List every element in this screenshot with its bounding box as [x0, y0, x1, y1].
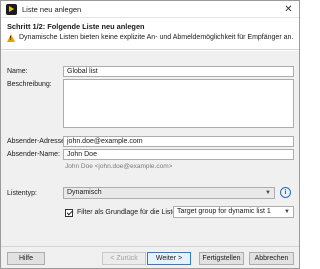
chevron-down-icon: ▼	[284, 209, 290, 215]
back-button[interactable]: < Zurück	[102, 252, 146, 265]
filter-checkbox[interactable]	[65, 209, 73, 217]
next-button[interactable]: Weiter >	[147, 252, 191, 265]
filter-value: Target group for dynamic list 1	[177, 208, 271, 215]
step-title: Schritt 1/2: Folgende Liste neu anlegen	[7, 22, 145, 31]
filter-select[interactable]: Target group for dynamic list 1 ▼	[173, 206, 294, 218]
sender-address-label: Absender-Adresse:	[7, 138, 67, 145]
help-button[interactable]: Hilfe	[7, 252, 45, 265]
list-type-value: Dynamisch	[67, 189, 102, 196]
list-type-select[interactable]: Dynamisch ▼	[63, 187, 275, 199]
info-icon[interactable]: i	[280, 187, 291, 198]
close-icon[interactable]: ✕	[282, 3, 295, 16]
warning-icon	[7, 34, 15, 42]
description-label: Beschreibung:	[7, 81, 52, 88]
window-title: Liste neu anlegen	[22, 5, 82, 14]
sender-name-label: Absender-Name:	[7, 151, 60, 158]
description-textarea[interactable]	[63, 79, 294, 128]
sender-address-input[interactable]: john.doe@example.com	[63, 136, 294, 147]
name-input[interactable]: Global list	[63, 66, 294, 77]
chevron-down-icon: ▼	[265, 190, 271, 196]
filter-checkbox-label: Filter als Grundlage für die Liste:	[77, 209, 179, 216]
dialog-footer: Hilfe < Zurück Weiter > Fertigstellen Ab…	[1, 246, 299, 268]
dialog-window: Liste neu anlegen ✕ Schritt 1/2: Folgend…	[0, 0, 300, 269]
cancel-button[interactable]: Abbrechen	[249, 252, 294, 265]
list-type-label: Listentyp:	[7, 190, 37, 197]
form-body: Name: Global list Beschreibung: Absender…	[1, 51, 299, 246]
app-logo-icon	[6, 4, 17, 15]
dialog-header: Schritt 1/2: Folgende Liste neu anlegen …	[1, 18, 299, 50]
sender-preview: John Doe <john.doe@example.com>	[65, 163, 173, 170]
finish-button[interactable]: Fertigstellen	[199, 252, 244, 265]
sender-name-input[interactable]: John Doe	[63, 149, 294, 160]
warning-text: Dynamische Listen bieten keine explizite…	[19, 34, 294, 41]
name-label: Name:	[7, 68, 28, 75]
title-bar: Liste neu anlegen ✕	[1, 1, 299, 18]
